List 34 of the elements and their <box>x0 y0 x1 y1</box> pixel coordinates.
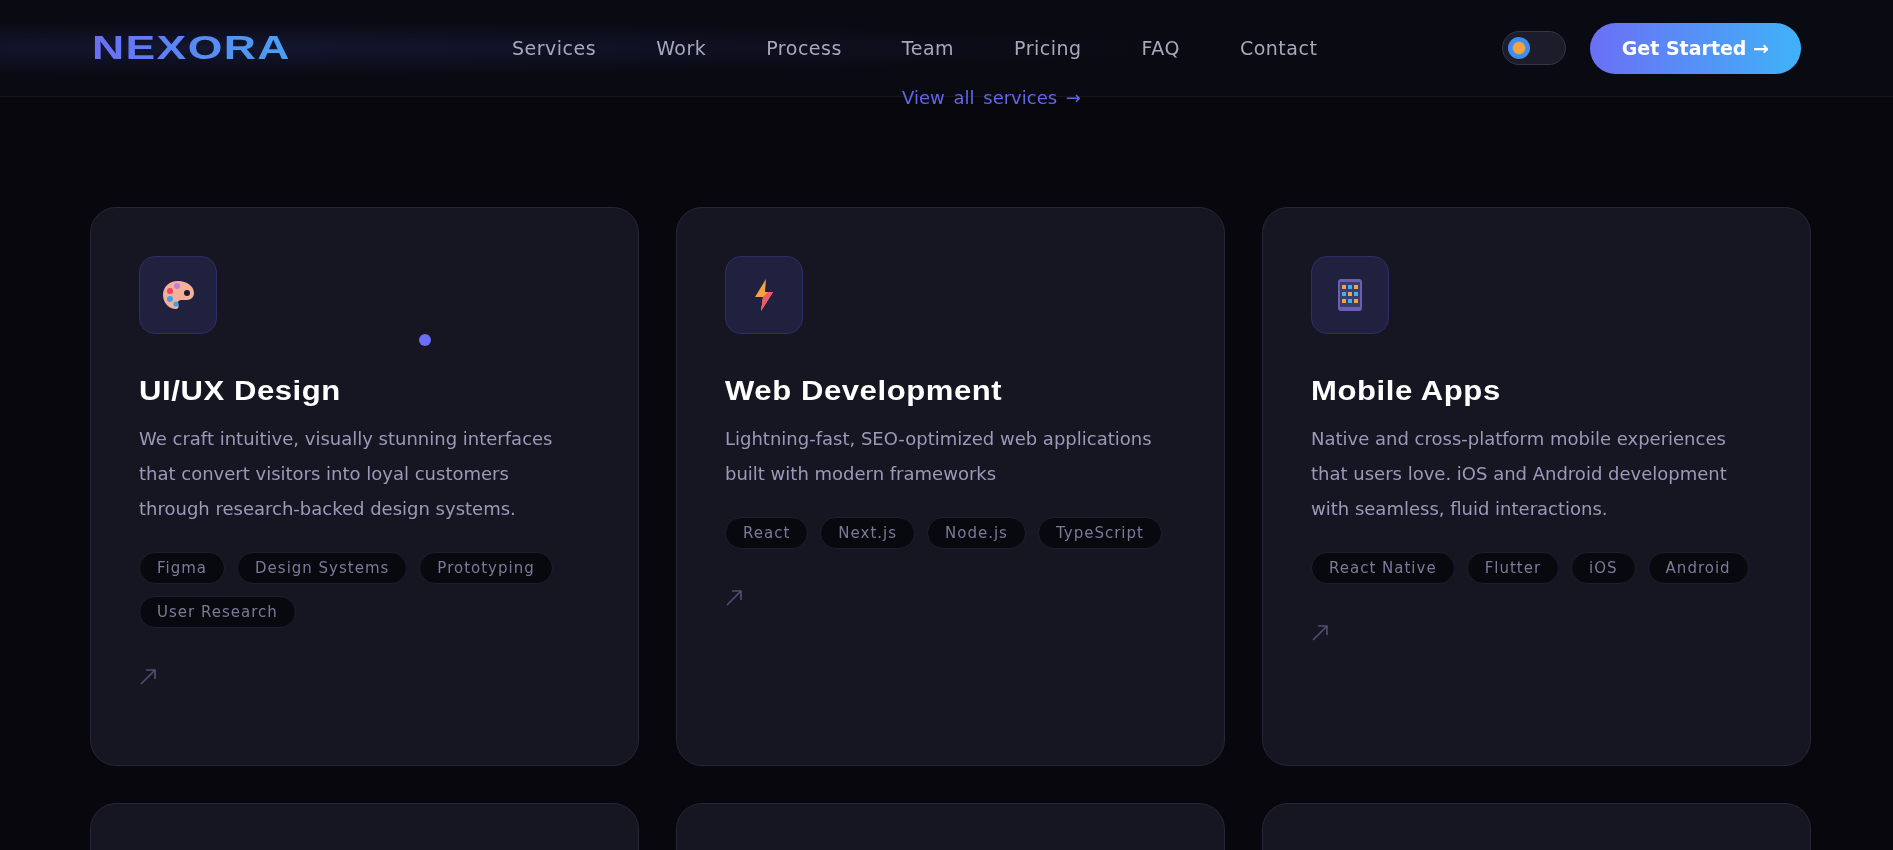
tag-chip: Next.js <box>820 517 915 549</box>
arrow-icon[interactable] <box>1311 624 1329 642</box>
arrow-icon[interactable] <box>139 668 157 686</box>
nav-link[interactable]: Contact <box>1239 37 1318 59</box>
card-title: Web Development <box>725 376 1003 407</box>
cursor-dot <box>419 334 431 346</box>
card-description: Lightning-fast, SEO-optimized web applications built with modern frameworks <box>725 427 1153 486</box>
phone-icon <box>1337 278 1363 312</box>
view-all-link[interactable]: View all services → <box>902 87 1081 109</box>
theme-toggle[interactable] <box>1501 31 1566 65</box>
tag-chip: User Research <box>139 596 296 628</box>
nav-link[interactable]: Work <box>656 37 707 59</box>
lightning-icon <box>754 278 774 312</box>
tag-chip: iOS <box>1571 552 1636 584</box>
nav-link[interactable]: Process <box>766 37 842 59</box>
card-title: Mobile Apps <box>1311 376 1501 407</box>
nav-link[interactable]: Pricing <box>1014 37 1082 59</box>
tag-chip: Flutter <box>1466 552 1560 584</box>
nav-link[interactable]: Services <box>512 37 597 59</box>
card-description: We craft intuitive, visually stunning interfaces that convert visitors into loyal customers through research-backed design systems. <box>139 427 554 521</box>
tag-chip: Figma <box>139 552 226 584</box>
tag-chip: React <box>725 517 809 549</box>
arrow-icon[interactable] <box>725 589 743 607</box>
card-description: Native and cross-platform mobile experiences that users love. iOS and Android development with seamless, fluid interactions. <box>1311 427 1728 521</box>
tag-chip: React Native <box>1311 552 1455 584</box>
tag-chip: Android <box>1647 552 1749 584</box>
nav-link[interactable]: Team <box>901 37 955 59</box>
nav-link[interactable]: FAQ <box>1141 37 1180 59</box>
tag-chip: Node.js <box>927 517 1026 549</box>
card-title: UI/UX Design <box>139 376 341 407</box>
palette-icon <box>161 279 195 311</box>
tag-chip: Prototyping <box>419 552 553 584</box>
tag-chip: Design Systems <box>237 552 408 584</box>
tag-chip: TypeScript <box>1037 517 1162 549</box>
